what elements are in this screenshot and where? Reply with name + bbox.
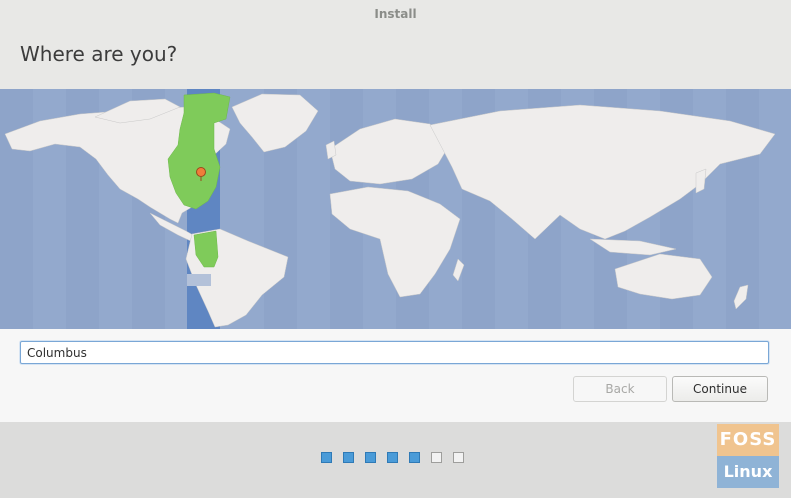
page-header: Where are you? [0, 28, 791, 89]
location-input[interactable] [20, 341, 769, 364]
location-form: Back Continue [0, 329, 791, 422]
progress-step-pending [431, 452, 442, 463]
progress-step-done [387, 452, 398, 463]
installer-window: Install Where are you? Columbus Back Con… [0, 0, 791, 498]
australia-landmass [614, 253, 713, 300]
watermark-bottom-text: Linux [717, 456, 779, 488]
page-title: Where are you? [20, 42, 178, 66]
location-pin-icon[interactable] [196, 167, 206, 177]
progress-step-pending [453, 452, 464, 463]
continue-button[interactable]: Continue [672, 376, 768, 402]
watermark-top-text: FOSS [717, 424, 779, 456]
progress-step-done [343, 452, 354, 463]
title-bar: Install [0, 0, 791, 28]
timezone-map[interactable] [0, 89, 791, 329]
installer-footer [0, 422, 791, 498]
progress-step-done [365, 452, 376, 463]
world-map[interactable] [0, 89, 791, 329]
progress-step-current [409, 452, 420, 463]
progress-step-done [321, 452, 332, 463]
watermark-logo: FOSS Linux [717, 424, 779, 488]
back-button[interactable]: Back [573, 376, 667, 402]
window-title: Install [374, 7, 417, 21]
